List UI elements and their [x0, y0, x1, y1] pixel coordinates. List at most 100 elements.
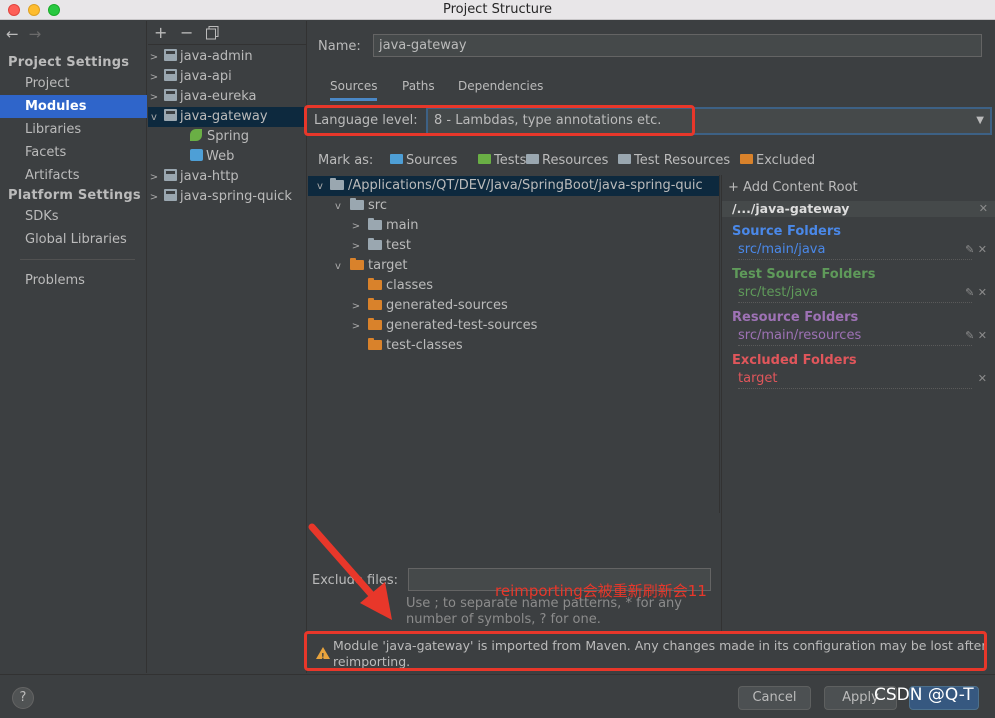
tab-dependencies[interactable]: Dependencies	[458, 75, 543, 101]
mark-resources-button[interactable]: Resources	[526, 153, 608, 168]
edit-icon[interactable]: ✎	[965, 243, 974, 256]
chevron-right-icon[interactable]: >	[350, 317, 362, 336]
module-icon	[164, 169, 177, 181]
sidebar-item-libraries[interactable]: Libraries	[0, 118, 147, 141]
module-icon	[164, 189, 177, 201]
sidebar-item-global-libraries[interactable]: Global Libraries	[0, 228, 147, 251]
module-java-gateway[interactable]: v java-gateway	[148, 107, 307, 127]
add-content-root-button[interactable]: + Add Content Root	[728, 180, 858, 195]
chevron-right-icon[interactable]: >	[148, 48, 160, 67]
sidebar-divider	[20, 259, 135, 260]
module-java-admin[interactable]: > java-admin	[148, 47, 307, 67]
add-module-button[interactable]: +	[154, 23, 167, 42]
close-icon[interactable]: ✕	[978, 329, 987, 342]
close-icon[interactable]: ✕	[978, 286, 987, 299]
chevron-right-icon[interactable]: >	[148, 188, 160, 207]
modules-panel: + − > java-admin > java-api > java-eureka v…	[148, 21, 307, 673]
window-title: Project Structure	[442, 2, 553, 17]
mark-test-resources-button[interactable]: Test Resources	[618, 153, 730, 168]
facet-spring[interactable]: Spring	[148, 127, 307, 147]
web-icon	[190, 149, 203, 161]
nav-arrows: ← →	[6, 25, 51, 43]
folder-icon	[526, 154, 539, 164]
copy-icon[interactable]	[206, 25, 219, 44]
close-icon[interactable]: ✕	[978, 372, 987, 385]
settings-sidebar: ← → Project Settings Project Modules Libr…	[0, 21, 147, 673]
name-label: Name:	[318, 39, 361, 54]
module-icon	[164, 69, 177, 81]
remove-module-button[interactable]: −	[180, 23, 193, 42]
tree-item-target[interactable]: v target	[308, 256, 719, 276]
content-roots-panel: + Add Content Root /.../java-gateway ✕ S…	[721, 175, 995, 673]
module-icon	[164, 49, 177, 61]
chevron-right-icon[interactable]: >	[350, 297, 362, 316]
divider	[738, 259, 972, 260]
module-name-input[interactable]: java-gateway	[373, 34, 982, 57]
tree-item-generated-sources[interactable]: > generated-sources	[308, 296, 719, 316]
module-java-http[interactable]: > java-http	[148, 167, 307, 187]
tree-item-test[interactable]: > test	[308, 236, 719, 256]
close-icon[interactable]: ✕	[979, 201, 988, 217]
chevron-right-icon[interactable]: >	[350, 237, 362, 256]
modules-toolbar: + −	[148, 21, 307, 45]
chevron-down-icon[interactable]: v	[332, 197, 344, 216]
chevron-down-icon[interactable]: v	[332, 257, 344, 276]
edit-icon[interactable]: ✎	[965, 329, 974, 342]
help-button[interactable]: ?	[12, 687, 34, 709]
sidebar-item-facets[interactable]: Facets	[0, 141, 147, 164]
tree-item-classes[interactable]: classes	[308, 276, 719, 296]
folder-icon	[368, 338, 382, 350]
resource-folder-path[interactable]: src/main/resources	[738, 328, 861, 343]
mark-sources-button[interactable]: Sources	[390, 153, 457, 168]
exclude-files-label: Exclude files:	[312, 573, 399, 588]
chevron-right-icon[interactable]: >	[148, 168, 160, 187]
tree-item-test-classes[interactable]: test-classes	[308, 336, 719, 356]
tab-sources[interactable]: Sources	[330, 75, 378, 101]
facet-web[interactable]: Web	[148, 147, 307, 167]
tree-item-src[interactable]: v src	[308, 196, 719, 216]
chevron-right-icon[interactable]: >	[148, 88, 160, 107]
title-bar: Project Structure	[0, 0, 995, 20]
sidebar-item-problems[interactable]: Problems	[0, 269, 147, 292]
sidebar-item-project[interactable]: Project	[0, 72, 147, 95]
module-java-eureka[interactable]: > java-eureka	[148, 87, 307, 107]
folder-tools: ✕	[978, 372, 987, 385]
chevron-down-icon[interactable]: v	[148, 108, 160, 127]
plus-icon: +	[728, 180, 744, 195]
chevron-right-icon[interactable]: >	[350, 217, 362, 236]
module-java-spring-quick[interactable]: > java-spring-quick	[148, 187, 307, 207]
project-settings-header: Project Settings	[8, 55, 130, 70]
module-java-api[interactable]: > java-api	[148, 67, 307, 87]
folder-tools: ✎ ✕	[965, 243, 987, 256]
cancel-button[interactable]: Cancel	[738, 686, 811, 710]
folder-icon	[350, 198, 364, 210]
arrow-left-icon[interactable]: ←	[6, 25, 19, 43]
divider	[738, 302, 972, 303]
divider	[738, 388, 972, 389]
sidebar-item-sdks[interactable]: SDKs	[0, 205, 147, 228]
sidebar-item-artifacts[interactable]: Artifacts	[0, 164, 147, 187]
annotation-box-language-level	[304, 105, 695, 136]
sidebar-item-modules[interactable]: Modules	[0, 95, 147, 118]
chevron-down-icon: ▼	[976, 115, 984, 126]
tree-item-root[interactable]: v/Applications/QT/DEV/Java/SpringBoot/ja…	[308, 176, 719, 196]
tree-item-main[interactable]: > main	[308, 216, 719, 236]
annotation-text: reimporting会被重新刷新会11	[495, 582, 707, 600]
tree-item-generated-test-sources[interactable]: > generated-test-sources	[308, 316, 719, 336]
mark-excluded-button[interactable]: Excluded	[740, 153, 815, 168]
tab-paths[interactable]: Paths	[402, 75, 435, 101]
folder-icon	[368, 318, 382, 330]
test-source-folders-title: Test Source Folders	[732, 267, 876, 282]
excluded-folder-path[interactable]: target	[738, 371, 778, 386]
spring-icon	[190, 129, 202, 141]
mark-tests-button[interactable]: Tests	[478, 153, 526, 168]
test-source-folder-path[interactable]: src/test/java	[738, 285, 818, 300]
source-folder-path[interactable]: src/main/java	[738, 242, 825, 257]
close-icon[interactable]: ✕	[978, 243, 987, 256]
folder-icon	[330, 178, 344, 190]
edit-icon[interactable]: ✎	[965, 286, 974, 299]
chevron-down-icon[interactable]: v	[314, 177, 326, 196]
chevron-right-icon[interactable]: >	[148, 68, 160, 87]
folder-icon	[368, 298, 382, 310]
arrow-right-icon[interactable]: →	[29, 25, 42, 43]
